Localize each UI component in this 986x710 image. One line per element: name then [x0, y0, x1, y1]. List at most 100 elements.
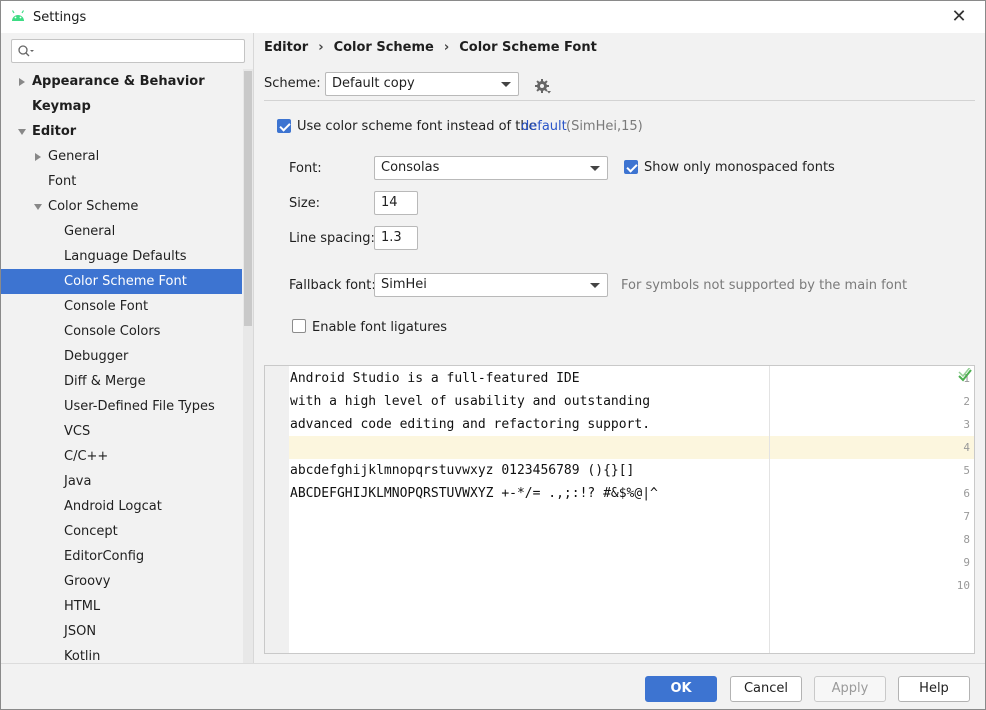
size-label: Size: [289, 196, 321, 211]
line-number: 7 [963, 510, 970, 523]
tree-item-diff-merge[interactable]: Diff & Merge [1, 369, 242, 394]
tree-item-label: EditorConfig [64, 549, 145, 564]
code-line: ABCDEFGHIJKLMNOPQRSTUVWXYZ +-*/= .,;:!? … [290, 486, 658, 501]
line-number: 5 [963, 464, 970, 477]
line-number: 8 [963, 533, 970, 546]
breadcrumb-item: Color Scheme Font [459, 40, 597, 55]
line-number: 6 [963, 487, 970, 500]
tree-item-label: Font [48, 174, 77, 189]
tree-item-label: Console Font [64, 299, 149, 314]
chevron-down-icon [18, 129, 26, 135]
tree-item-label: Color Scheme [48, 199, 139, 214]
help-button[interactable]: Help [898, 676, 970, 702]
search-icon [18, 45, 34, 57]
monospaced-only-checkbox[interactable] [624, 160, 638, 174]
tree-item-label: HTML [64, 599, 101, 614]
close-icon[interactable]: ✕ [949, 7, 969, 27]
tree-item-c-cpp[interactable]: C/C++ [1, 444, 242, 469]
breadcrumb-item[interactable]: Color Scheme [334, 40, 434, 55]
tree-item-html[interactable]: HTML [1, 594, 242, 619]
breadcrumb-separator: › [318, 40, 324, 55]
fallback-font-select[interactable]: SimHei [374, 273, 608, 297]
tree-item-label: Language Defaults [64, 249, 187, 264]
line-spacing-input-value: 1.3 [381, 230, 402, 245]
tree-item-color-scheme-font[interactable]: Color Scheme Font [1, 269, 242, 294]
cancel-button[interactable]: Cancel [730, 676, 802, 702]
current-line-highlight [289, 436, 974, 459]
chevron-down-icon [501, 82, 511, 87]
settings-window: Settings ✕ Appearance & Behavior Keymap … [0, 0, 986, 710]
chevron-right-icon [19, 78, 25, 86]
tree-item-console-font[interactable]: Console Font [1, 294, 242, 319]
default-font-link[interactable]: default [521, 119, 567, 134]
tree-item-label: JSON [64, 624, 97, 639]
line-number-gutter [265, 366, 289, 653]
fallback-font-label: Fallback font: [289, 278, 376, 293]
font-preview-editor[interactable]: 1 2 3 4 5 6 7 8 9 10 Android Studio is a… [264, 365, 975, 654]
tree-item-general[interactable]: General [1, 144, 242, 169]
tree-item-java[interactable]: Java [1, 469, 242, 494]
tree-item-vcs[interactable]: VCS [1, 419, 242, 444]
tree-item-label: Groovy [64, 574, 111, 589]
scrollbar-thumb[interactable] [244, 71, 252, 326]
scheme-select-value: Default copy [332, 76, 415, 91]
apply-button[interactable]: Apply [814, 676, 886, 702]
gear-icon[interactable] [534, 77, 552, 95]
size-input[interactable]: 14 [374, 191, 418, 215]
line-number: 9 [963, 556, 970, 569]
check-icon [958, 368, 972, 382]
chevron-right-icon [35, 153, 41, 161]
tree-item-language-defaults[interactable]: Language Defaults [1, 244, 242, 269]
line-spacing-label: Line spacing: [289, 231, 375, 246]
tree-item-console-colors[interactable]: Console Colors [1, 319, 242, 344]
header-divider [264, 100, 975, 101]
use-scheme-font-checkbox[interactable] [277, 119, 291, 133]
window-title: Settings [33, 10, 87, 25]
tree-item-editor[interactable]: Editor [1, 119, 242, 144]
code-line: with a high level of usability and outst… [290, 394, 651, 409]
tree-item-concept[interactable]: Concept [1, 519, 242, 544]
search-input[interactable] [11, 39, 245, 63]
tree-item-editorconfig[interactable]: EditorConfig [1, 544, 242, 569]
sidebar-scrollbar[interactable] [243, 69, 253, 663]
tree-item-label: Concept [64, 524, 118, 539]
font-ligatures-checkbox[interactable] [292, 319, 306, 333]
scheme-select[interactable]: Default copy [325, 72, 519, 96]
tree-item-label: Kotlin [64, 649, 101, 663]
tree-item-android-logcat[interactable]: Android Logcat [1, 494, 242, 519]
tree-item-keymap[interactable]: Keymap [1, 94, 242, 119]
tree-item-groovy[interactable]: Groovy [1, 569, 242, 594]
tree-item-user-defined-file-types[interactable]: User-Defined File Types [1, 394, 242, 419]
code-line: advanced code editing and refactoring su… [290, 417, 651, 432]
tree-item-appearance-behavior[interactable]: Appearance & Behavior [1, 69, 242, 94]
line-number: 2 [963, 395, 970, 408]
tree-item-kotlin[interactable]: Kotlin [1, 644, 242, 663]
tree-item-color-scheme[interactable]: Color Scheme [1, 194, 242, 219]
tree-item-label: Color Scheme Font [64, 274, 187, 289]
settings-sidebar: Appearance & Behavior Keymap Editor Gene… [1, 33, 253, 663]
tree-item-label: Appearance & Behavior [32, 74, 205, 89]
tree-item-label: Debugger [64, 349, 129, 364]
code-line: Android Studio is a full-featured IDE [290, 371, 580, 386]
line-spacing-input[interactable]: 1.3 [374, 226, 418, 250]
default-font-hint: (SimHei,15) [566, 119, 643, 134]
tree-item-label: General [64, 224, 116, 239]
breadcrumb-item[interactable]: Editor [264, 40, 308, 55]
tree-item-debugger[interactable]: Debugger [1, 344, 242, 369]
tree-item-label: User-Defined File Types [64, 399, 215, 414]
tree-item-font[interactable]: Font [1, 169, 242, 194]
font-select-value: Consolas [381, 160, 440, 175]
tree-item-json[interactable]: JSON [1, 619, 242, 644]
fallback-font-hint: For symbols not supported by the main fo… [621, 278, 908, 293]
tree-item-label: Android Logcat [64, 499, 162, 514]
right-margin-guide [769, 366, 770, 653]
tree-item-color-scheme-general[interactable]: General [1, 219, 242, 244]
line-number: 10 [956, 579, 970, 592]
tree-item-label: C/C++ [64, 449, 109, 464]
use-scheme-font-label: Use color scheme font instead of the [297, 119, 537, 134]
monospaced-only-label: Show only monospaced fonts [644, 160, 835, 175]
ok-button[interactable]: OK [645, 676, 717, 702]
settings-content: Editor › Color Scheme › Color Scheme Font Sc… [254, 33, 985, 663]
chevron-down-icon [34, 204, 42, 210]
font-select[interactable]: Consolas [374, 156, 608, 180]
